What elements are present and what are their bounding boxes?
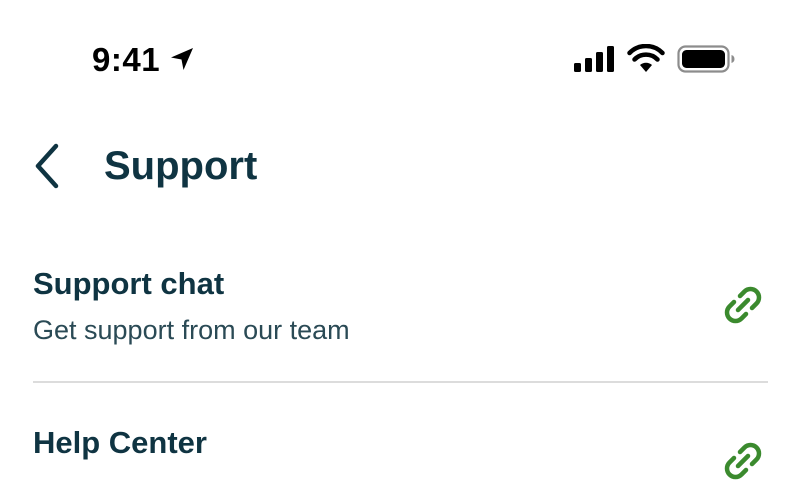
link-icon [724, 286, 762, 324]
list-item-help-center[interactable]: Help Center [0, 420, 800, 480]
location-arrow-icon [171, 48, 193, 70]
link-icon [724, 442, 762, 480]
battery-icon [677, 45, 735, 73]
chevron-left-icon [35, 143, 59, 189]
wifi-icon [627, 44, 665, 72]
back-button[interactable] [26, 138, 70, 194]
list-item-subtitle: Get support from our team [33, 315, 350, 345]
page-title: Support [104, 144, 258, 188]
cellular-signal-icon [574, 46, 614, 72]
list-divider [33, 381, 768, 383]
list-item-title: Help Center [33, 425, 207, 460]
list-item-title: Support chat [33, 266, 225, 301]
list-item-support-chat[interactable]: Support chat Get support from our team [0, 255, 800, 383]
status-time: 9:41 [92, 41, 161, 78]
status-bar: 9:41 [0, 0, 800, 110]
